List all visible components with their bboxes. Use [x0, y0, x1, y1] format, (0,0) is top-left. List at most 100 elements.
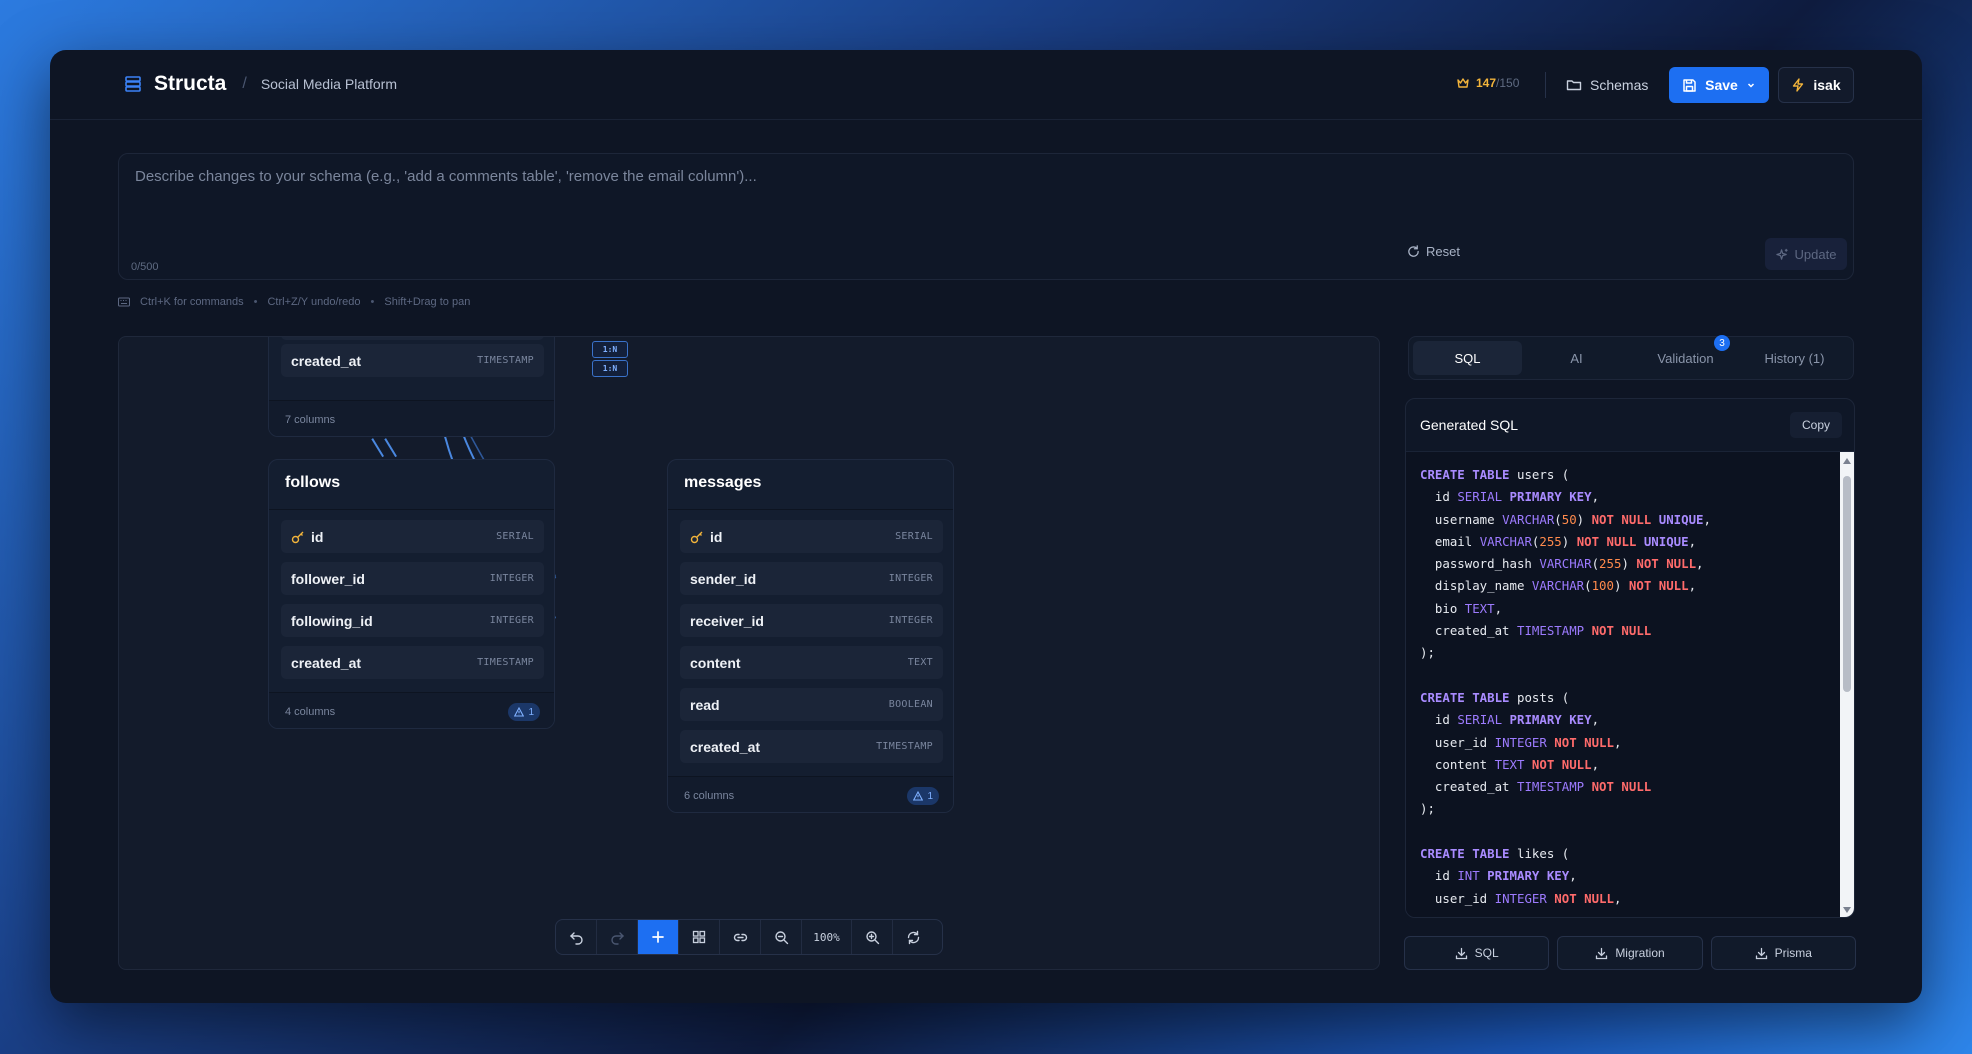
- sql-line: email VARCHAR(255) NOT NULL UNIQUE,: [1420, 533, 1697, 549]
- export-migration-button[interactable]: Migration: [1557, 936, 1703, 970]
- key-icon: [690, 530, 704, 544]
- export-label: SQL: [1474, 946, 1499, 960]
- warning-icon: [514, 707, 525, 717]
- export-label: Prisma: [1774, 946, 1812, 960]
- output-tabs: SQL AI Validation 3 History (1): [1408, 335, 1854, 380]
- character-counter: 0/500: [131, 261, 159, 273]
- scrollbar-thumb[interactable]: [1843, 476, 1851, 692]
- user-name: isak: [1813, 77, 1841, 93]
- column-row[interactable]: created_at TIMESTAMP: [281, 646, 544, 679]
- key-icon: [291, 530, 305, 544]
- tab-ai[interactable]: AI: [1522, 341, 1631, 375]
- table-card-partial[interactable]: bio created_at TIMESTAMP 7 columns: [268, 337, 555, 437]
- column-row[interactable]: id SERIAL: [680, 520, 943, 553]
- redo-button[interactable]: [597, 920, 638, 954]
- table-card-follows[interactable]: follows id SERIAL follower_id INTEGER fo…: [268, 459, 555, 729]
- table-footer: 6 columns 1: [668, 776, 953, 812]
- column-row[interactable]: sender_id INTEGER: [680, 562, 943, 595]
- crown-icon: [1456, 76, 1470, 90]
- relationship-badge[interactable]: 1:N: [592, 360, 628, 377]
- diagram-canvas[interactable]: 1:N 1:N bio created_at TIMESTAMP 7 colum…: [118, 336, 1380, 970]
- sql-line: id SERIAL PRIMARY KEY,: [1420, 489, 1600, 505]
- column-name: created_at: [291, 353, 362, 369]
- warning-badge[interactable]: 1: [907, 787, 939, 805]
- column-name: created_at: [291, 655, 362, 671]
- warning-badge[interactable]: 1: [508, 703, 540, 721]
- column-type: INTEGER: [489, 615, 534, 626]
- top-bar: Structa / Social Media Platform 147/150 …: [50, 50, 1922, 120]
- user-menu-button[interactable]: isak: [1778, 67, 1854, 103]
- project-name[interactable]: Social Media Platform: [261, 76, 397, 92]
- column-row[interactable]: follower_id INTEGER: [281, 562, 544, 595]
- reset-label: Reset: [1426, 243, 1460, 259]
- update-button[interactable]: Update: [1765, 238, 1847, 270]
- copy-button[interactable]: Copy: [1790, 412, 1842, 438]
- column-row[interactable]: created_at TIMESTAMP: [281, 344, 544, 377]
- column-name: following_id: [291, 613, 373, 629]
- column-row[interactable]: content TEXT: [680, 646, 943, 679]
- column-row[interactable]: bio: [281, 337, 544, 340]
- column-type: TIMESTAMP: [477, 355, 534, 366]
- tab-history[interactable]: History (1): [1740, 341, 1849, 375]
- relationship-badge[interactable]: 1:N: [592, 341, 628, 358]
- sql-line: CREATE TABLE posts (: [1420, 689, 1570, 705]
- refresh-icon: [1407, 244, 1420, 258]
- sql-line: content TEXT NOT NULL,: [1420, 756, 1600, 772]
- sql-line: user_id INTEGER NOT NULL,: [1420, 734, 1622, 750]
- redo-icon: [610, 930, 625, 945]
- export-sql-button[interactable]: SQL: [1404, 936, 1550, 970]
- zoom-out-button[interactable]: [761, 920, 802, 954]
- reset-button[interactable]: Reset: [1407, 237, 1460, 265]
- zoom-out-icon: [774, 930, 789, 945]
- sql-line: CREATE TABLE likes (: [1420, 846, 1570, 862]
- add-table-button[interactable]: [638, 920, 679, 954]
- column-row[interactable]: read BOOLEAN: [680, 688, 943, 721]
- sql-line: created_at TIMESTAMP NOT NULL: [1420, 779, 1652, 795]
- tab-validation[interactable]: Validation 3: [1631, 335, 1740, 375]
- link-icon: [733, 930, 748, 945]
- credits-max: /150: [1496, 76, 1520, 90]
- schemas-button[interactable]: Schemas: [1566, 70, 1648, 100]
- scroll-up-icon[interactable]: [1843, 458, 1851, 464]
- sql-panel: Generated SQL Copy CREATE TABLE users ( …: [1405, 398, 1855, 918]
- scrollbar[interactable]: [1840, 452, 1854, 917]
- column-row[interactable]: created_at TIMESTAMP: [680, 730, 943, 763]
- table-footer: 4 columns 1: [269, 692, 554, 728]
- sql-line: user_id INTEGER NOT NULL,: [1420, 890, 1622, 906]
- undo-icon: [569, 930, 584, 945]
- chevron-down-icon[interactable]: [1746, 80, 1756, 90]
- add-relation-button[interactable]: [720, 920, 761, 954]
- plus-icon: [651, 930, 665, 944]
- zoom-in-button[interactable]: [852, 920, 893, 954]
- export-buttons: SQL Migration Prisma: [1404, 936, 1856, 970]
- schema-change-input[interactable]: [119, 154, 1853, 279]
- reset-view-button[interactable]: [893, 920, 934, 954]
- column-name: receiver_id: [690, 613, 764, 629]
- brand[interactable]: Structa / Social Media Platform: [124, 72, 397, 96]
- tab-label: SQL: [1454, 350, 1481, 366]
- column-count: 6 columns: [684, 790, 735, 802]
- folder-icon: [1566, 77, 1582, 93]
- column-name: follower_id: [291, 571, 365, 587]
- hint-undo: Ctrl+Z/Y undo/redo: [267, 296, 361, 308]
- tab-sql[interactable]: SQL: [1413, 341, 1522, 375]
- credits-used: 147: [1476, 76, 1497, 90]
- column-row[interactable]: receiver_id INTEGER: [680, 604, 943, 637]
- scroll-down-icon[interactable]: [1843, 907, 1851, 913]
- sql-line: created_at TIMESTAMP NOT NULL: [1420, 623, 1652, 639]
- export-prisma-button[interactable]: Prisma: [1710, 936, 1856, 970]
- download-icon: [1455, 947, 1468, 960]
- column-row[interactable]: id SERIAL: [281, 520, 544, 553]
- column-row[interactable]: following_id INTEGER: [281, 604, 544, 637]
- zoom-level[interactable]: 100%: [802, 920, 852, 954]
- canvas-toolbar: 100%: [555, 919, 943, 955]
- table-name: messages: [684, 474, 762, 491]
- column-name: created_at: [690, 739, 761, 755]
- sql-code-block[interactable]: CREATE TABLE users ( id SERIAL PRIMARY K…: [1406, 452, 1842, 917]
- column-type: INTEGER: [489, 573, 534, 584]
- table-card-messages[interactable]: messages id SERIAL sender_id INTEGER rec…: [667, 459, 954, 813]
- undo-button[interactable]: [556, 920, 597, 954]
- download-icon: [1595, 947, 1608, 960]
- auto-layout-button[interactable]: [679, 920, 720, 954]
- save-button[interactable]: Save: [1669, 67, 1769, 103]
